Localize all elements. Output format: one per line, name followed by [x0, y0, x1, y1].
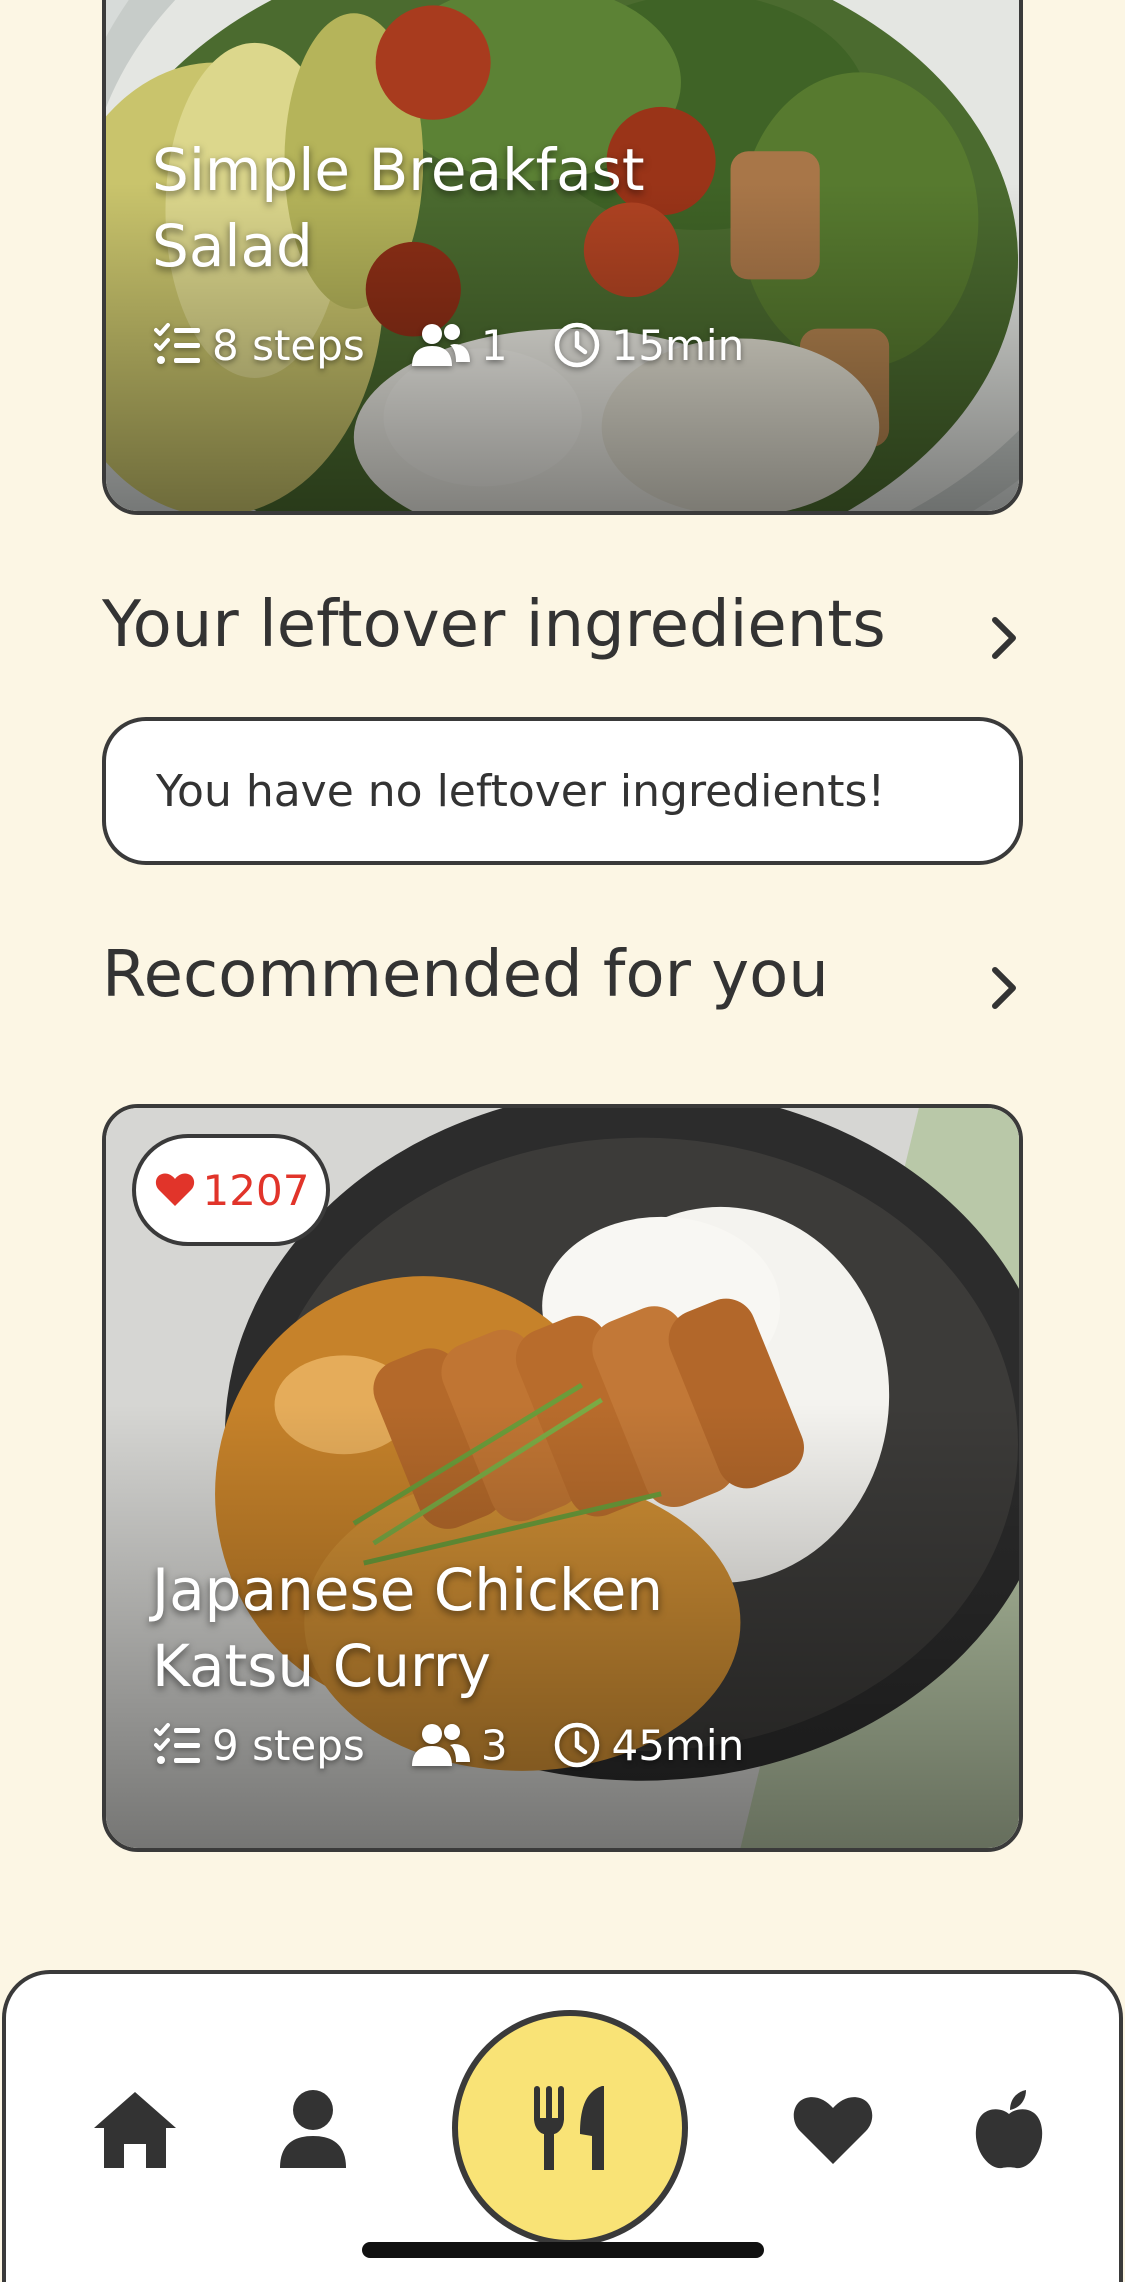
servings-meta: 3 [409, 1720, 508, 1770]
utensils-icon [534, 2086, 604, 2170]
checklist-icon [154, 323, 200, 364]
app-screen: Simple Breakfast Salad 8 steps 1 15min Y… [0, 0, 1125, 2282]
time-meta: 15min [552, 320, 744, 370]
nav-profile[interactable] [268, 2084, 358, 2174]
like-badge[interactable]: 1207 [132, 1134, 330, 1246]
steps-meta: 8 steps [152, 320, 365, 370]
nav-pantry[interactable] [964, 2084, 1054, 2174]
apple-icon [975, 2090, 1043, 2169]
nav-favorites[interactable] [788, 2084, 878, 2174]
home-indicator [362, 2242, 764, 2258]
home-icon [94, 2092, 176, 2168]
servings-meta: 1 [409, 320, 508, 370]
steps-meta: 9 steps [152, 1720, 365, 1770]
recipe-meta: 9 steps 3 45min [152, 1720, 788, 1770]
leftover-section-title: Your leftover ingredients [102, 588, 886, 662]
heart-icon [793, 2097, 873, 2164]
recommended-section-title: Recommended for you [102, 938, 829, 1012]
leftover-empty-message: You have no leftover ingredients! [102, 717, 1023, 865]
time-meta: 45min [552, 1720, 744, 1770]
recipe-title: Japanese Chicken Katsu Curry [152, 1556, 664, 1700]
checklist-icon [154, 1723, 200, 1764]
clock-icon [554, 322, 599, 368]
users-icon [411, 324, 470, 366]
recipe-title: Simple Breakfast Salad [152, 136, 645, 280]
recipe-card-breakfast-salad[interactable]: Simple Breakfast Salad 8 steps 1 15min [102, 0, 1023, 515]
heart-icon [155, 1173, 194, 1206]
profile-icon [280, 2090, 346, 2168]
nav-home[interactable] [90, 2084, 180, 2174]
chevron-right-icon[interactable] [985, 962, 1025, 1014]
clock-icon [554, 1722, 599, 1768]
users-icon [411, 1724, 470, 1766]
chevron-right-icon[interactable] [985, 612, 1025, 664]
nav-recipes[interactable] [452, 2010, 688, 2246]
bottom-navigation [2, 1970, 1123, 2282]
recipe-card-katsu-curry[interactable]: 1207 Japanese Chicken Katsu Curry 9 step… [102, 1104, 1023, 1852]
recipe-meta: 8 steps 1 15min [152, 320, 788, 370]
